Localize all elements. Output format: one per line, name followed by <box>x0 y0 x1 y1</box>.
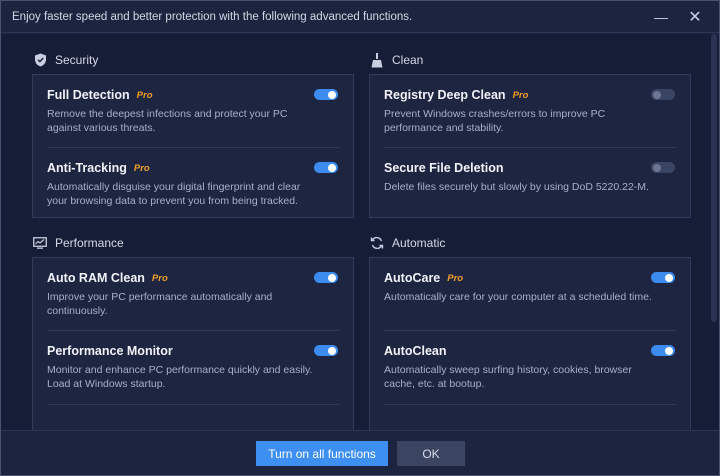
list-item: Secure File Deletion Delete files secure… <box>384 161 676 194</box>
footer-bar: Turn on all functions OK <box>1 430 719 475</box>
list-item: AutoClean Automatically sweep surfing hi… <box>384 344 676 391</box>
toggle-autocare[interactable] <box>651 272 675 283</box>
toggle-knob <box>665 346 673 355</box>
item-title: Performance Monitor <box>47 344 173 358</box>
item-description: Automatically sweep surfing history, coo… <box>384 364 632 390</box>
item-description: Monitor and enhance PC performance quick… <box>47 364 313 390</box>
item-description: Automatically care for your computer at … <box>384 291 652 303</box>
list-item: Full Detection Pro Remove the deepest in… <box>47 88 339 135</box>
security-card: Full Detection Pro Remove the deepest in… <box>32 74 354 218</box>
ok-button[interactable]: OK <box>397 441 465 466</box>
list-item: Performance Monitor Monitor and enhance … <box>47 344 339 391</box>
close-icon: ✕ <box>688 9 702 26</box>
performance-card: Auto RAM Clean Pro Improve your PC perfo… <box>32 257 354 430</box>
pro-badge: Pro <box>151 272 168 284</box>
toggle-secure-file-deletion[interactable] <box>651 162 675 173</box>
toggle-knob <box>328 273 336 282</box>
toggle-knob <box>328 346 336 355</box>
dialog-window: Enjoy faster speed and better protection… <box>0 0 720 476</box>
section-clean-header: Clean <box>369 51 423 69</box>
section-automatic-header: Automatic <box>369 234 445 252</box>
toggle-anti-tracking[interactable] <box>314 162 338 173</box>
divider <box>384 404 676 405</box>
clean-card: Registry Deep Clean Pro Prevent Windows … <box>369 74 691 218</box>
item-title: AutoClean <box>384 344 447 358</box>
close-button[interactable]: ✕ <box>685 7 705 27</box>
broom-icon <box>369 52 385 68</box>
minimize-icon: — <box>654 9 668 25</box>
section-clean-label: Clean <box>392 53 424 67</box>
monitor-chart-icon <box>32 235 48 251</box>
toggle-autoclean[interactable] <box>651 345 675 356</box>
section-performance-header: Performance <box>32 234 124 252</box>
dialog-title: Enjoy faster speed and better protection… <box>12 11 413 23</box>
pro-badge: Pro <box>136 89 153 101</box>
toggle-auto-ram-clean[interactable] <box>314 272 338 283</box>
section-security-header: Security <box>32 51 98 69</box>
section-automatic-label: Automatic <box>392 236 446 250</box>
item-title: Auto RAM Clean <box>47 271 145 285</box>
scrollbar[interactable] <box>711 34 717 322</box>
section-security-label: Security <box>55 53 99 67</box>
toggle-knob <box>665 273 673 282</box>
pro-badge: Pro <box>512 89 529 101</box>
divider <box>47 330 339 331</box>
toggle-registry-deep-clean[interactable] <box>651 89 675 100</box>
item-title: Anti-Tracking <box>47 161 127 175</box>
item-description: Automatically disguise your digital fing… <box>47 181 301 207</box>
item-description: Improve your PC performance automaticall… <box>47 291 273 317</box>
divider <box>384 147 676 148</box>
divider <box>47 404 339 405</box>
toggle-knob <box>653 163 661 172</box>
pro-badge: Pro <box>447 272 464 284</box>
toggle-knob <box>653 90 661 99</box>
pro-badge: Pro <box>133 162 150 174</box>
list-item: AutoCare Pro Automatically care for your… <box>384 271 676 304</box>
turn-on-all-button[interactable]: Turn on all functions <box>256 441 388 466</box>
refresh-icon <box>369 235 385 251</box>
list-item: Auto RAM Clean Pro Improve your PC perfo… <box>47 271 339 318</box>
list-item: Registry Deep Clean Pro Prevent Windows … <box>384 88 676 135</box>
divider <box>47 147 339 148</box>
item-title: AutoCare <box>384 271 441 285</box>
toggle-full-detection[interactable] <box>314 89 338 100</box>
item-title: Full Detection <box>47 88 130 102</box>
automatic-card: AutoCare Pro Automatically care for your… <box>369 257 691 430</box>
item-title: Registry Deep Clean <box>384 88 506 102</box>
item-title: Secure File Deletion <box>384 161 504 175</box>
title-bar: Enjoy faster speed and better protection… <box>1 1 719 33</box>
item-description: Delete files securely but slowly by usin… <box>384 181 649 193</box>
item-description: Prevent Windows crashes/errors to improv… <box>384 108 606 134</box>
section-performance-label: Performance <box>55 236 124 250</box>
divider <box>384 330 676 331</box>
toggle-knob <box>328 163 336 172</box>
functions-panel: Security Full Detection Pro Remove the d… <box>1 34 719 430</box>
list-item: Anti-Tracking Pro Automatically disguise… <box>47 161 339 208</box>
toggle-knob <box>328 90 336 99</box>
item-description: Remove the deepest infections and protec… <box>47 108 288 134</box>
minimize-button[interactable]: — <box>651 7 671 27</box>
toggle-performance-monitor[interactable] <box>314 345 338 356</box>
shield-icon <box>32 52 48 68</box>
